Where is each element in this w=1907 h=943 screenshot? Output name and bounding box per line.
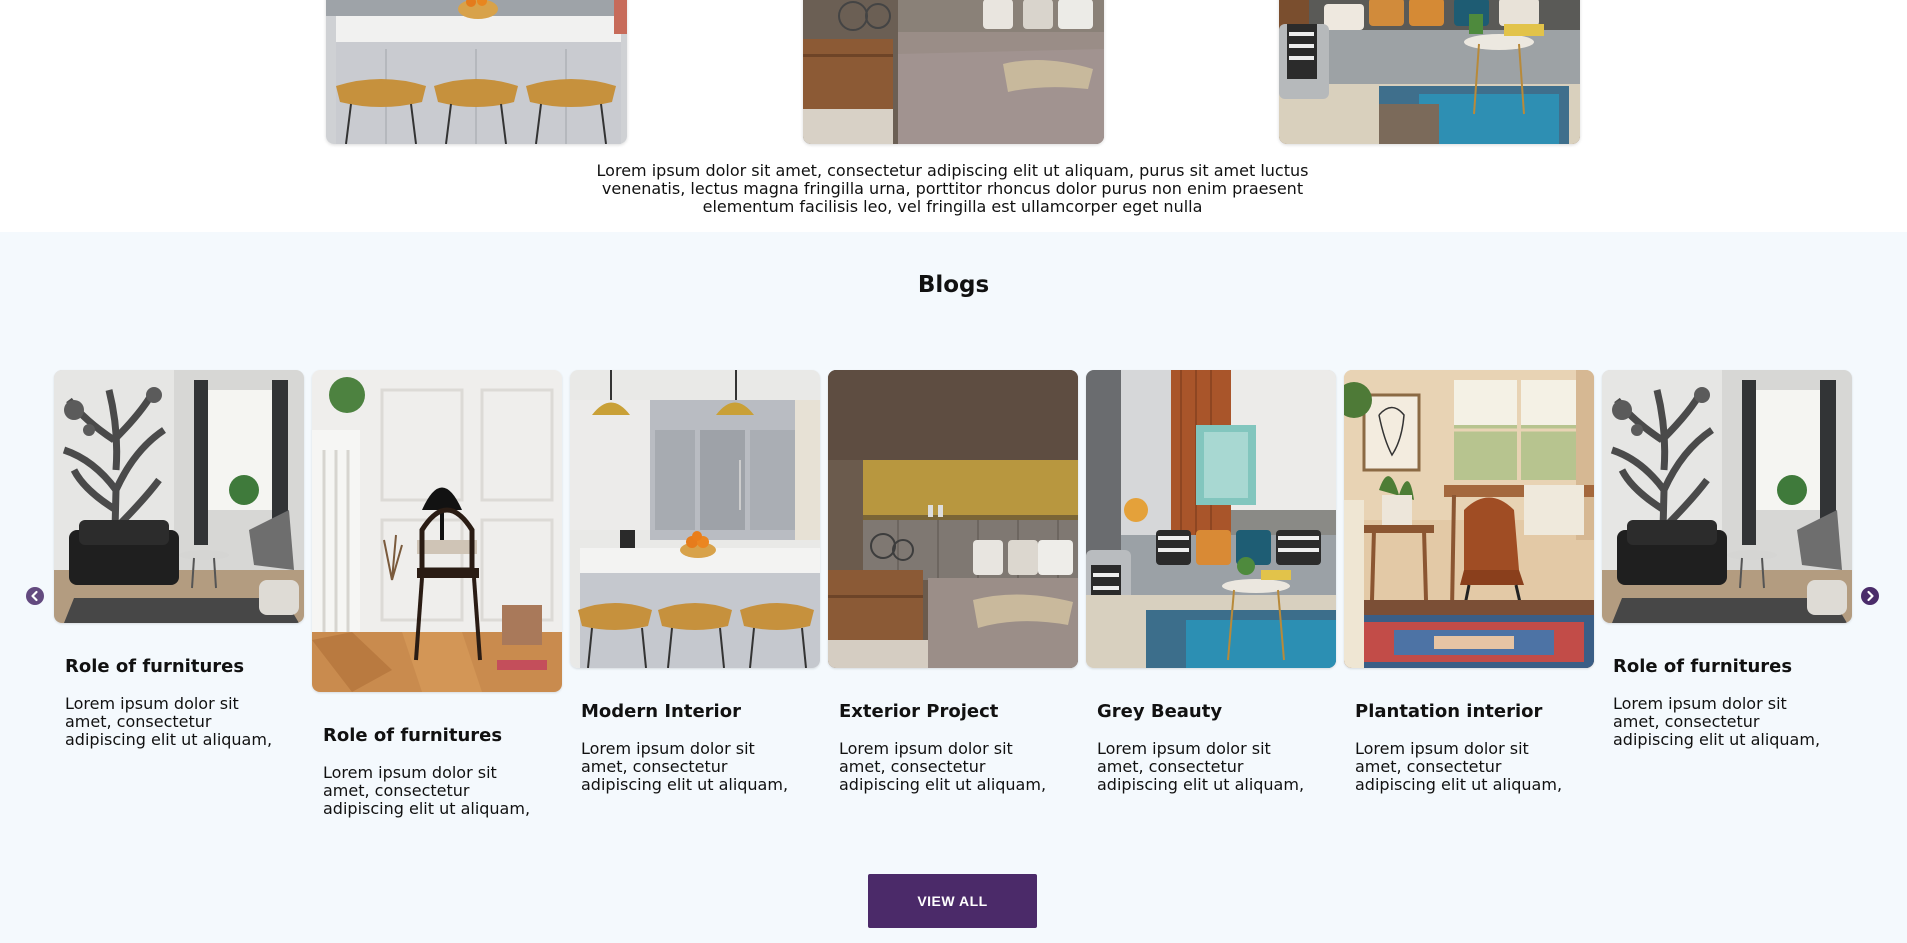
blog-card-image[interactable] bbox=[1086, 370, 1336, 668]
gallery-image-bedroom bbox=[803, 0, 1104, 144]
view-all-button[interactable]: VIEW ALL bbox=[868, 874, 1037, 928]
chevron-left-icon bbox=[31, 590, 38, 602]
blog-card-description: Lorem ipsum dolor sit amet, consectetur … bbox=[581, 739, 789, 794]
blog-card-image[interactable] bbox=[570, 370, 820, 668]
blog-card-description: Lorem ipsum dolor sit amet, consectetur … bbox=[839, 739, 1047, 794]
blog-card-image[interactable] bbox=[312, 370, 562, 692]
blogs-section: Blogs Role of furnitures Lorem ipsum dol… bbox=[0, 232, 1907, 943]
blog-card-description: Lorem ipsum dolor sit amet, consectetur … bbox=[1355, 739, 1563, 794]
blog-card-title[interactable]: Grey Beauty bbox=[1097, 701, 1332, 722]
blog-card-description: Lorem ipsum dolor sit amet, consectetur … bbox=[1097, 739, 1305, 794]
blog-card-title[interactable]: Exterior Project bbox=[839, 701, 1074, 722]
blog-card-image[interactable] bbox=[828, 370, 1078, 668]
gallery-image-living-room bbox=[1279, 0, 1580, 144]
blog-card-title[interactable]: Plantation interior bbox=[1355, 701, 1590, 722]
blog-card-description: Lorem ipsum dolor sit amet, consectetur … bbox=[65, 694, 273, 749]
blog-card-title[interactable]: Role of furnitures bbox=[323, 725, 558, 746]
blog-card-image[interactable] bbox=[54, 370, 304, 623]
gallery-caption: Lorem ipsum dolor sit amet, consectetur … bbox=[596, 161, 1309, 216]
top-gallery: Lorem ipsum dolor sit amet, consectetur … bbox=[0, 0, 1907, 232]
section-heading: Blogs bbox=[917, 272, 990, 298]
blog-card-title[interactable]: Modern Interior bbox=[581, 701, 816, 722]
blog-card-description: Lorem ipsum dolor sit amet, consectetur … bbox=[323, 763, 531, 818]
blog-card-image[interactable] bbox=[1602, 370, 1852, 623]
blog-card-title[interactable]: Role of furnitures bbox=[65, 656, 300, 677]
chevron-right-icon bbox=[1867, 590, 1874, 602]
carousel-next-button[interactable] bbox=[1861, 587, 1879, 605]
blog-card-title[interactable]: Role of furnitures bbox=[1613, 656, 1848, 677]
blog-card-image[interactable] bbox=[1344, 370, 1594, 668]
blog-card-description: Lorem ipsum dolor sit amet, consectetur … bbox=[1613, 694, 1821, 749]
gallery-image-kitchen bbox=[326, 0, 627, 144]
carousel-prev-button[interactable] bbox=[26, 587, 44, 605]
